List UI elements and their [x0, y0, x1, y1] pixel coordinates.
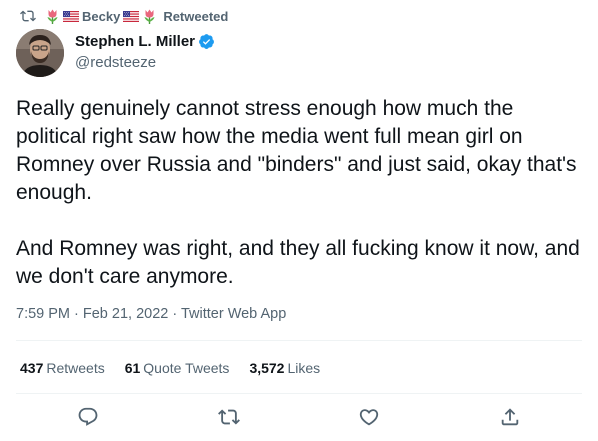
retweeted-label: Retweeted [163, 8, 229, 24]
tweet-paragraph: And Romney was right, and they all fucki… [16, 237, 580, 288]
author-name-row[interactable]: Stephen L. Miller [75, 33, 215, 50]
us-flag-emoji [63, 10, 79, 22]
likes-count: 3,572 [249, 360, 285, 376]
tulip-emoji [47, 9, 58, 24]
tulip-emoji [144, 9, 155, 24]
heart-icon [359, 409, 379, 426]
quote-tweets-count: 61 [124, 360, 141, 376]
us-flag-emoji [123, 10, 140, 22]
avatar-image [16, 29, 64, 77]
author-display-name[interactable]: Stephen L. Miller [75, 33, 195, 50]
retweet-icon [20, 10, 36, 22]
quote-tweets-label: Quote Tweets [143, 360, 230, 376]
retweet-icon [218, 409, 240, 425]
retweet-context[interactable]: Becky Retweeted [20, 8, 228, 24]
engagement-stats: 437 Retweets 61 Quote Tweets 3,572 Likes [20, 360, 340, 376]
tweet-text: Really genuinely cannot stress enough ho… [16, 95, 582, 291]
retweets-stat[interactable]: 437 Retweets [20, 360, 105, 376]
tweet-timestamp-source[interactable]: 7:59 PM · Feb 21, 2022 · Twitter Web App [16, 306, 286, 322]
author-handle[interactable]: @redsteeze [75, 54, 156, 71]
action-bar [0, 404, 598, 434]
divider [16, 340, 582, 341]
reply-icon [78, 407, 98, 426]
like-button[interactable] [356, 404, 382, 430]
reply-button[interactable] [75, 404, 101, 430]
share-button[interactable] [497, 404, 523, 430]
retweeter-name[interactable]: Becky [82, 9, 120, 24]
share-icon [501, 408, 519, 426]
likes-label: Likes [287, 360, 321, 376]
tweet-card: Becky Retweeted Stephen L. Miller @redst… [0, 0, 598, 441]
likes-stat[interactable]: 3,572 Likes [249, 360, 320, 376]
divider [16, 393, 582, 394]
avatar[interactable] [16, 29, 64, 77]
tweet-paragraph: Really genuinely cannot stress enough ho… [16, 97, 577, 204]
quote-tweets-stat[interactable]: 61 Quote Tweets [125, 360, 230, 376]
retweets-label: Retweets [46, 360, 105, 376]
verified-badge-icon [199, 34, 214, 49]
retweet-button[interactable] [216, 404, 242, 430]
retweets-count: 437 [20, 360, 44, 376]
